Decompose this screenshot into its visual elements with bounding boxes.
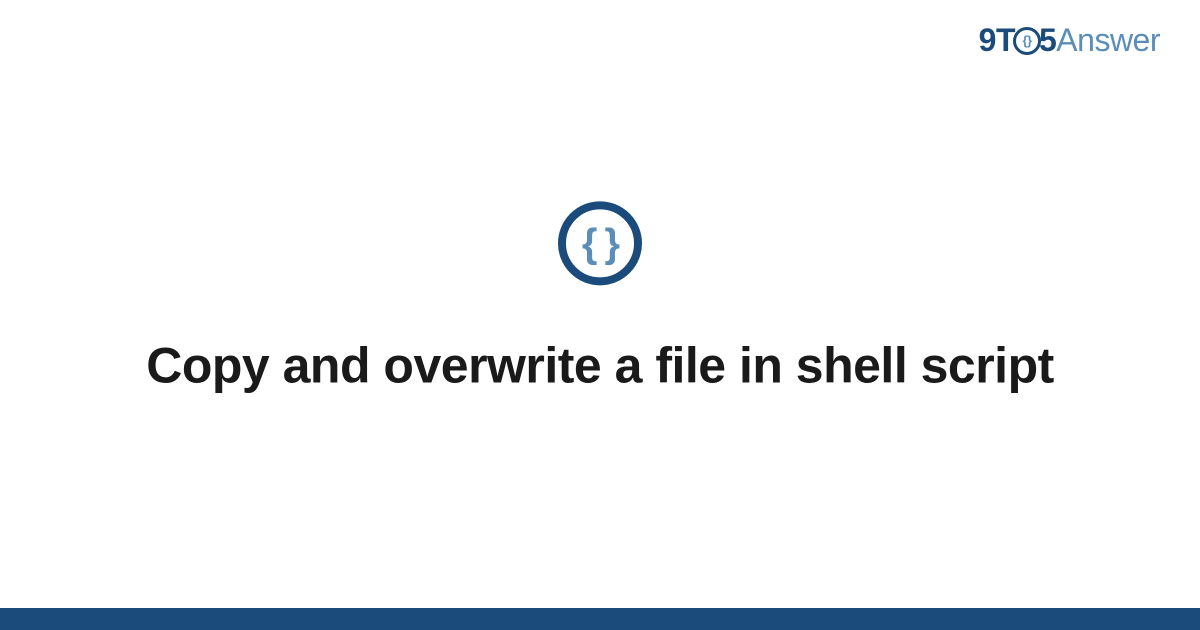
logo-text-5: 5 — [1039, 22, 1056, 58]
logo-text-answer: Answer — [1056, 22, 1160, 58]
footer-bar — [0, 608, 1200, 630]
site-logo: 9T {} 5Answer — [979, 22, 1160, 59]
logo-braces-small: {} — [1022, 34, 1031, 47]
braces-circle-icon: { } — [558, 201, 642, 285]
main-content: { } Copy and overwrite a file in shell s… — [0, 201, 1200, 397]
braces-glyph: { } — [582, 223, 618, 263]
logo-text-9t: 9T — [979, 22, 1015, 58]
page-title: Copy and overwrite a file in shell scrip… — [60, 333, 1140, 397]
logo-circle-icon: {} — [1013, 27, 1041, 55]
